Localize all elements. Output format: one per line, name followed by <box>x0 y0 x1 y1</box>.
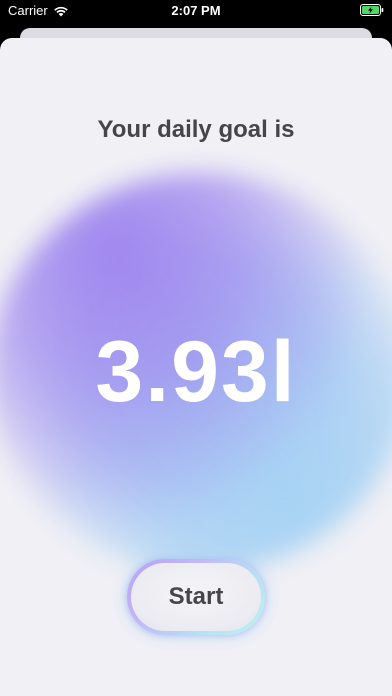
status-bar: Carrier 2:07 PM <box>0 0 392 22</box>
start-button[interactable]: Start <box>131 563 261 631</box>
status-right <box>360 4 384 16</box>
start-button-glow: Start <box>127 559 265 635</box>
battery-charging-icon <box>360 4 384 16</box>
goal-sheet: Your daily goal is 3.93l Start <box>0 38 392 696</box>
page-title: Your daily goal is <box>97 116 295 143</box>
daily-goal-value: 3.93l <box>95 324 297 420</box>
status-time: 2:07 PM <box>171 3 221 18</box>
